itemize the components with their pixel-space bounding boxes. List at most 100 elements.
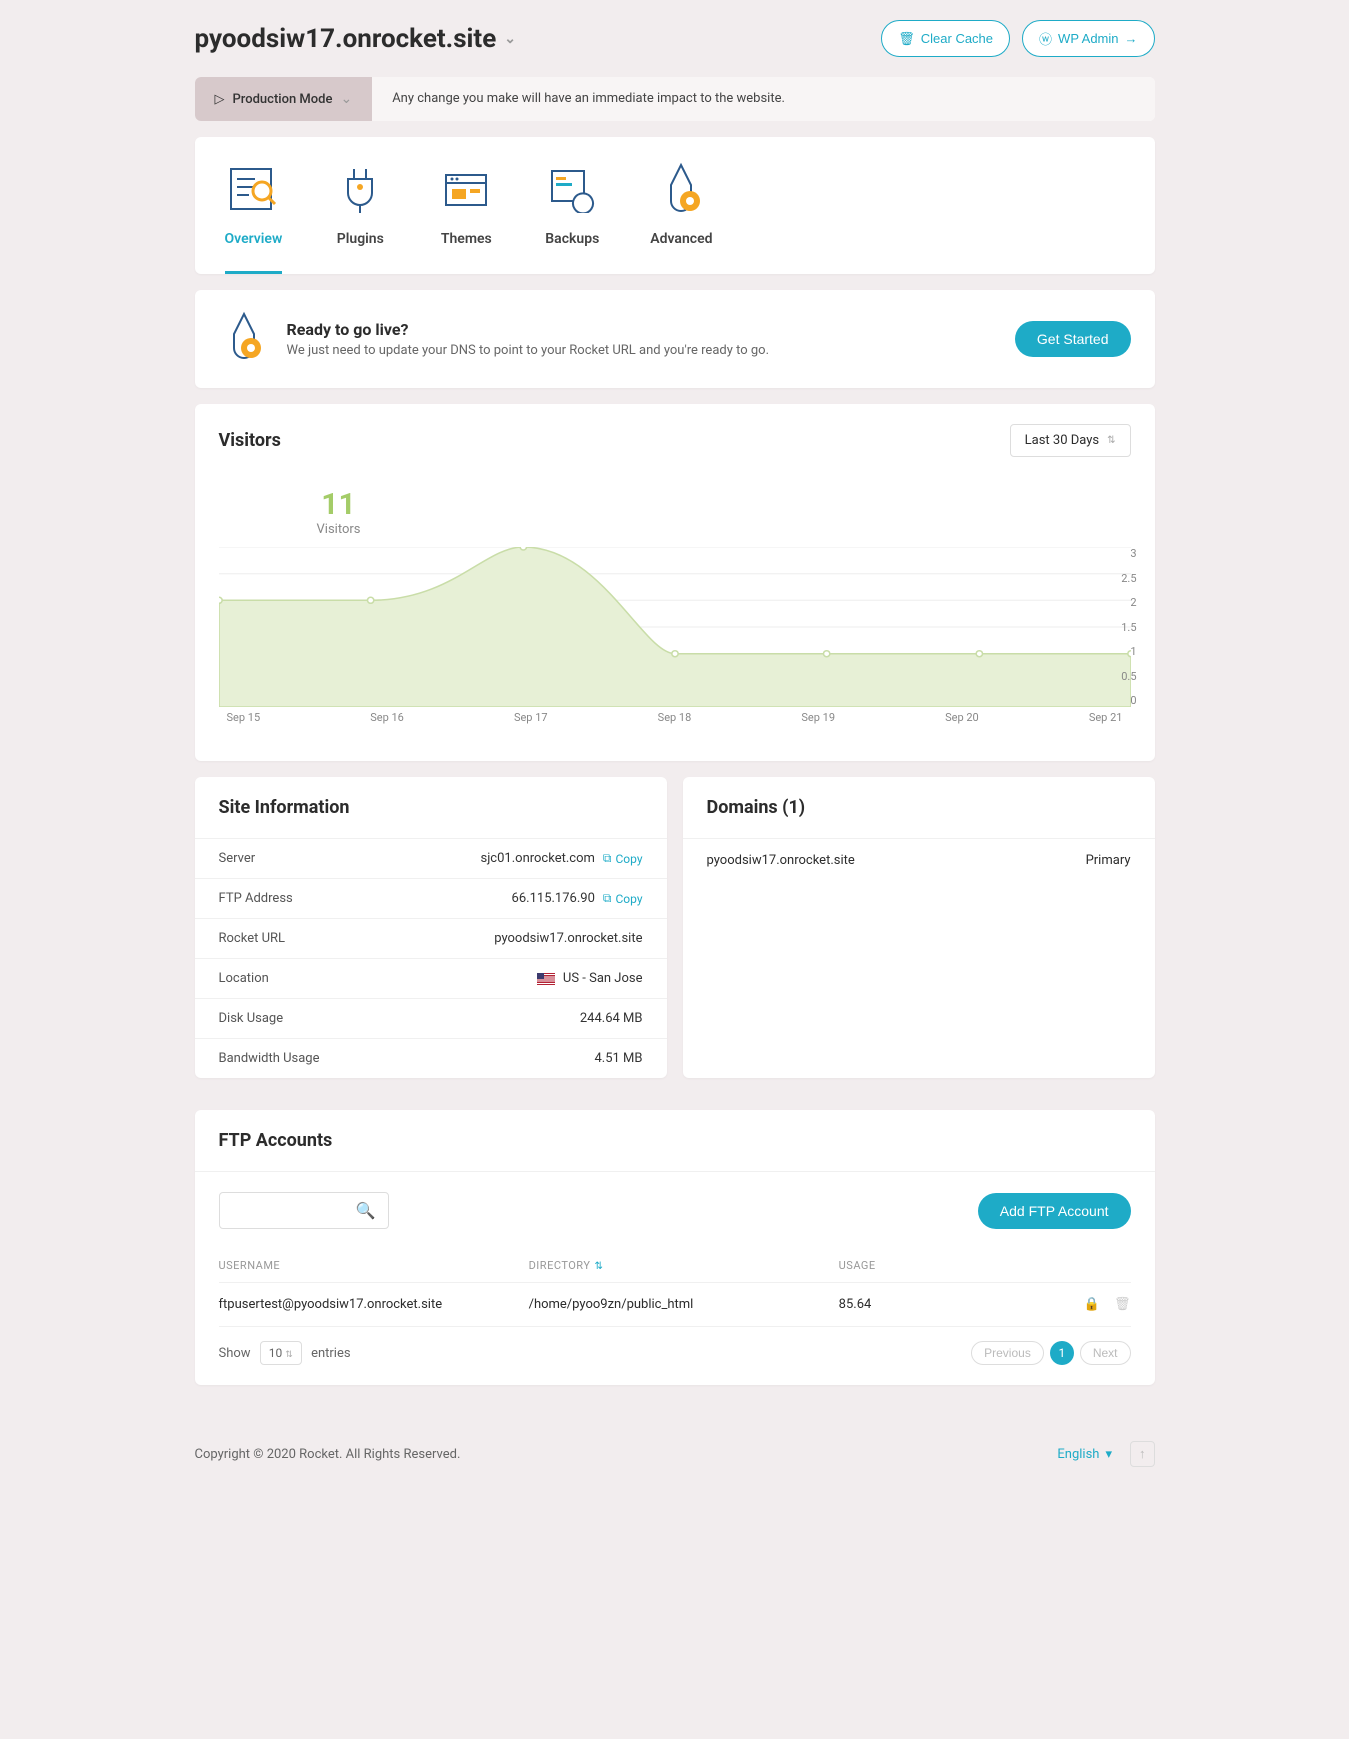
golive-title: Ready to go live?: [287, 320, 770, 339]
col-username[interactable]: USERNAME: [219, 1259, 529, 1272]
rocket-icon: [219, 310, 269, 368]
siteinfo-title: Site Information: [219, 797, 643, 818]
disk-value: 244.64 MB: [580, 1011, 643, 1026]
ytick: 2: [1121, 596, 1136, 609]
themes-icon: [438, 161, 494, 217]
xtick: Sep 16: [370, 711, 404, 724]
search-icon: 🔍: [356, 1201, 376, 1220]
disk-label: Disk Usage: [219, 1011, 284, 1026]
sort-icon: ⇅: [1107, 435, 1115, 446]
backups-icon: [544, 161, 600, 217]
date-range-label: Last 30 Days: [1025, 433, 1099, 448]
chevron-down-icon: ⌄: [504, 31, 516, 47]
server-label: Server: [219, 851, 256, 866]
ytick: 1: [1121, 645, 1136, 658]
trash-icon[interactable]: 🗑: [1114, 1297, 1131, 1312]
ftp-username: ftpusertest@pyoodsiw17.onrocket.site: [219, 1297, 529, 1312]
next-button[interactable]: Next: [1080, 1341, 1131, 1365]
domain-status: Primary: [1086, 853, 1131, 868]
xtick: Sep 20: [945, 711, 979, 724]
ytick: 0: [1121, 694, 1136, 707]
ftp-usage: 85.64: [839, 1297, 1040, 1312]
copyright: Copyright © 2020 Rocket. All Rights Rese…: [195, 1447, 461, 1462]
prev-button[interactable]: Previous: [971, 1341, 1044, 1365]
page-number[interactable]: 1: [1050, 1341, 1074, 1365]
get-started-button[interactable]: Get Started: [1015, 321, 1131, 357]
xtick: Sep 15: [227, 711, 261, 724]
bandwidth-value: 4.51 MB: [594, 1051, 642, 1066]
clear-cache-label: Clear Cache: [921, 31, 993, 46]
tab-advanced-label: Advanced: [650, 231, 712, 247]
bandwidth-label: Bandwidth Usage: [219, 1051, 320, 1066]
ftp-title: FTP Accounts: [219, 1130, 1131, 1151]
ftp-value: 66.115.176.90: [512, 891, 595, 906]
ytick: 0.5: [1121, 670, 1136, 683]
date-range-dropdown[interactable]: Last 30 Days ⇅: [1010, 424, 1131, 457]
copy-server-button[interactable]: ⧉Copy: [603, 851, 643, 866]
trash-icon: 🗑: [898, 31, 915, 47]
tab-backups-label: Backups: [545, 231, 599, 247]
site-name: pyoodsiw17.onrocket.site: [195, 24, 497, 54]
play-icon: ▷: [215, 92, 225, 107]
wp-admin-button[interactable]: ⓦ WP Admin →: [1022, 20, 1154, 57]
scroll-top-button[interactable]: ↑: [1130, 1441, 1155, 1467]
wordpress-icon: ⓦ: [1039, 29, 1052, 48]
xtick: Sep 19: [801, 711, 835, 724]
arrow-right-icon: →: [1125, 31, 1138, 46]
golive-desc: We just need to update your DNS to point…: [287, 343, 770, 358]
visitors-chart: 3 2.5 2 1.5 1 0.5 0 Sep 15 Sep 16 Sep 17…: [219, 547, 1131, 737]
col-usage[interactable]: USAGE: [839, 1259, 1040, 1272]
rocketurl-label: Rocket URL: [219, 931, 286, 946]
ytick: 3: [1121, 547, 1136, 560]
table-row: ftpusertest@pyoodsiw17.onrocket.site /ho…: [219, 1283, 1131, 1327]
rocketurl-value: pyoodsiw17.onrocket.site: [494, 931, 642, 946]
copy-icon: ⧉: [603, 851, 612, 866]
ftp-search-input[interactable]: 🔍: [219, 1192, 389, 1229]
mode-label: Production Mode: [233, 92, 333, 107]
wp-admin-label: WP Admin: [1058, 31, 1118, 46]
overview-icon: [225, 161, 281, 217]
domains-title: Domains (1): [707, 797, 1131, 818]
domain-name: pyoodsiw17.onrocket.site: [707, 853, 855, 868]
tab-overview[interactable]: Overview: [225, 161, 283, 274]
xtick: Sep 17: [514, 711, 548, 724]
plugins-icon: [332, 161, 388, 217]
copy-icon: ⧉: [603, 891, 612, 906]
tab-plugins-label: Plugins: [337, 231, 384, 247]
visitors-count-label: Visitors: [279, 522, 399, 537]
lock-icon[interactable]: 🔒: [1084, 1297, 1100, 1312]
xtick: Sep 21: [1089, 711, 1123, 724]
location-value: US - San Jose: [563, 971, 643, 986]
language-selector[interactable]: English ▾: [1057, 1447, 1112, 1462]
site-title[interactable]: pyoodsiw17.onrocket.site ⌄: [195, 24, 517, 54]
location-label: Location: [219, 971, 269, 986]
visitors-count: 11: [279, 487, 399, 522]
us-flag-icon: [537, 973, 555, 985]
server-value: sjc01.onrocket.com: [480, 851, 594, 866]
ytick: 1.5: [1121, 621, 1136, 634]
advanced-icon: [653, 161, 709, 217]
ytick: 2.5: [1121, 572, 1136, 585]
clear-cache-button[interactable]: 🗑 Clear Cache: [881, 20, 1010, 57]
tab-backups[interactable]: Backups: [544, 161, 600, 274]
ftp-label: FTP Address: [219, 891, 293, 906]
caret-down-icon: ▾: [1105, 1447, 1112, 1462]
tab-themes-label: Themes: [441, 231, 492, 247]
visitors-title: Visitors: [219, 430, 281, 451]
show-label: Show: [219, 1346, 251, 1361]
add-ftp-button[interactable]: Add FTP Account: [978, 1193, 1131, 1229]
tab-overview-label: Overview: [225, 231, 283, 247]
entries-label: entries: [311, 1346, 351, 1361]
tab-themes[interactable]: Themes: [438, 161, 494, 274]
col-directory[interactable]: DIRECTORY⇅: [529, 1259, 839, 1272]
xtick: Sep 18: [658, 711, 692, 724]
ftp-directory: /home/pyoo9zn/public_html: [529, 1297, 839, 1312]
tab-plugins[interactable]: Plugins: [332, 161, 388, 274]
chevron-down-icon: ⌄: [340, 91, 352, 107]
tab-advanced[interactable]: Advanced: [650, 161, 712, 274]
entries-select[interactable]: 10 ⇅: [260, 1341, 302, 1365]
production-mode-selector[interactable]: ▷ Production Mode ⌄: [195, 77, 373, 121]
mode-message: Any change you make will have an immedia…: [372, 77, 1154, 121]
copy-ftp-button[interactable]: ⧉Copy: [603, 891, 643, 906]
sort-icon: ⇅: [594, 1261, 603, 1272]
